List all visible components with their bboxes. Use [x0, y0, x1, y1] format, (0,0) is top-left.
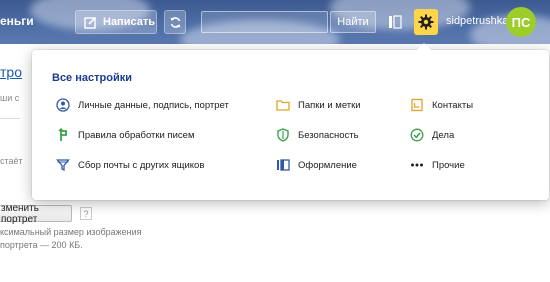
setting-label: Личные данные, подпись, портрет	[78, 99, 229, 111]
settings-popup: Все настройки Личные данные, подпись, по…	[32, 43, 549, 200]
setting-label: Безопасность	[298, 129, 359, 141]
setting-label: Сбор почты с других ящиков	[78, 159, 205, 171]
setting-security[interactable]: Безопасность	[276, 127, 359, 143]
compose-button[interactable]: Написать	[75, 10, 157, 34]
filter-rules-icon	[56, 128, 70, 142]
setting-folders-labels[interactable]: Папки и метки	[276, 97, 361, 113]
brand-link[interactable]: еньги	[0, 14, 34, 28]
background-text: стаёт	[0, 156, 23, 166]
user-circle-icon	[56, 98, 70, 112]
setting-mail-collector[interactable]: Сбор почты с других ящиков	[56, 157, 204, 173]
setting-contacts[interactable]: Контакты	[410, 97, 473, 113]
setting-personal-data[interactable]: Личные данные, подпись, портрет	[56, 97, 229, 113]
setting-label: Контакты	[432, 99, 474, 111]
popup-title: Все настройки	[52, 72, 132, 84]
more-dots-icon	[410, 158, 424, 172]
settings-button[interactable]	[414, 9, 438, 35]
theme-icon	[276, 158, 290, 172]
setting-label: Прочие	[432, 159, 465, 171]
compose-icon	[84, 16, 97, 29]
funnel-icon	[56, 158, 70, 172]
setting-label: Правила обработки писем	[78, 129, 195, 141]
setting-todo[interactable]: Дела	[410, 127, 454, 143]
setting-label: Дела	[432, 129, 455, 141]
top-header: еньги Написать Найти sidpetrushka ПС	[0, 0, 550, 44]
search-input[interactable]	[201, 11, 328, 33]
avatar[interactable]: ПС	[506, 7, 536, 37]
username[interactable]: sidpetrushka	[446, 15, 508, 27]
refresh-button[interactable]	[164, 10, 186, 34]
shield-icon	[276, 128, 290, 142]
page-title[interactable]: тро	[0, 64, 22, 80]
size-note: портрета — 200 КБ.	[0, 240, 83, 250]
change-portrait-button[interactable]: зменить портрет	[0, 203, 72, 225]
layout-toggle-icon[interactable]	[388, 14, 402, 33]
setting-mail-rules[interactable]: Правила обработки писем	[56, 127, 195, 143]
setting-label: Папки и метки	[298, 99, 361, 111]
setting-appearance[interactable]: Оформление	[276, 157, 357, 173]
divider	[0, 118, 20, 119]
search-button[interactable]: Найти	[330, 11, 376, 33]
contacts-icon	[410, 98, 424, 112]
help-button[interactable]: ?	[80, 207, 92, 220]
refresh-icon	[170, 16, 180, 28]
gear-icon	[418, 14, 434, 30]
folder-icon	[276, 98, 290, 112]
compose-label: Написать	[103, 16, 155, 28]
check-circle-icon	[410, 128, 424, 142]
setting-label: Оформление	[298, 159, 357, 171]
setting-other[interactable]: Прочие	[410, 157, 465, 173]
popup-caret	[416, 43, 432, 51]
background-text: ши с	[0, 93, 20, 103]
size-note: ксимальный размер изображения	[0, 227, 142, 237]
